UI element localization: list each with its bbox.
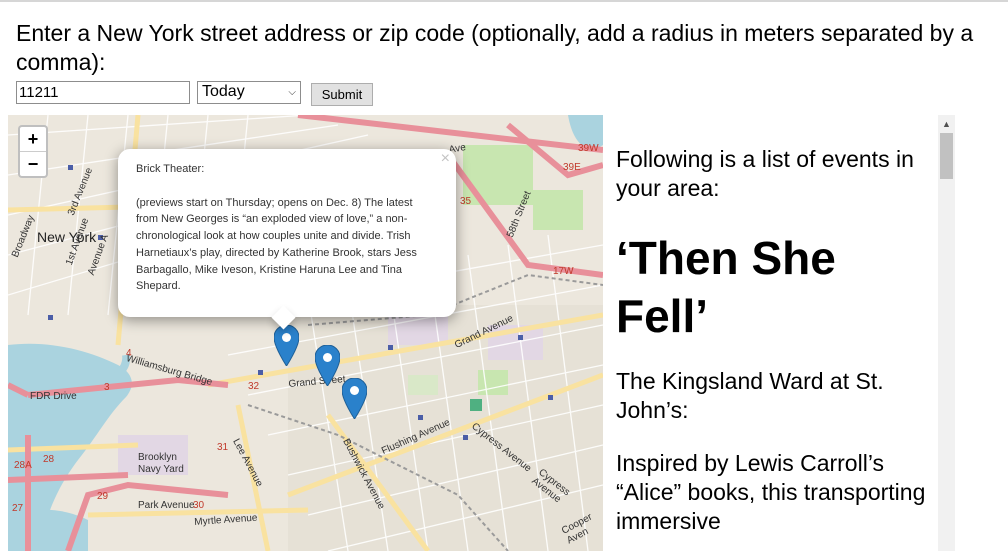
map-label-park-avenue: Park Avenue bbox=[138, 500, 195, 511]
event-description: Inspired by Lewis Carroll’s “Alice” book… bbox=[616, 450, 926, 534]
map-popup: × Brick Theater: (previews start on Thur… bbox=[118, 149, 456, 330]
map-label-route-28: 28 bbox=[43, 454, 55, 465]
map-label-route-28a: 28A bbox=[14, 460, 32, 471]
zoom-out-button[interactable]: − bbox=[20, 151, 46, 176]
map-label-route-35: 35 bbox=[460, 196, 472, 207]
address-prompt: Enter a New York street address or zip c… bbox=[16, 20, 974, 75]
map-label-fdr-drive: FDR Drive bbox=[30, 391, 77, 402]
scrollbar-thumb[interactable] bbox=[940, 133, 953, 179]
map-label-route-4: 4 bbox=[126, 348, 132, 359]
map-label-route-39e: 39E bbox=[563, 162, 581, 173]
events-intro: Following is a list of events in your ar… bbox=[616, 146, 914, 201]
event-title: ‘Then She Fell’ bbox=[616, 232, 836, 342]
submit-button[interactable]: Submit bbox=[311, 83, 373, 106]
map-label-route-27: 27 bbox=[12, 503, 24, 514]
popup-title: Brick Theater: bbox=[136, 163, 205, 175]
map-label-route-39w: 39W bbox=[578, 143, 599, 154]
event-venue: The Kingsland Ward at St. John’s: bbox=[616, 368, 884, 423]
window-top-border bbox=[0, 0, 1008, 2]
events-scrollbar[interactable]: ▲ bbox=[938, 115, 955, 551]
zoom-in-button[interactable]: + bbox=[20, 127, 46, 151]
popup-body: (previews start on Thursday; opens on De… bbox=[136, 196, 417, 293]
map-marker-icon[interactable] bbox=[315, 345, 340, 386]
map-label-route-30: 30 bbox=[193, 500, 205, 511]
map-label-route-17w: 17W bbox=[553, 266, 574, 277]
day-select[interactable]: Today ⌵ bbox=[197, 81, 301, 104]
map-label-route-31: 31 bbox=[217, 442, 229, 453]
zoom-control: + − bbox=[18, 125, 48, 178]
map-label-route-29: 29 bbox=[97, 491, 109, 502]
chevron-down-icon: ⌵ bbox=[288, 87, 296, 98]
day-select-value: Today bbox=[202, 83, 245, 100]
map-label-new-york: New York bbox=[37, 229, 97, 245]
address-input[interactable] bbox=[16, 81, 190, 104]
map-marker-icon[interactable] bbox=[342, 378, 367, 419]
map-label-navy-yard: Brooklyn Navy Yard bbox=[138, 452, 184, 475]
map-label-route-3: 3 bbox=[104, 382, 110, 393]
events-map[interactable]: New York Broadway 1st Avenue Avenue A 3r… bbox=[8, 115, 603, 551]
map-marker-icon[interactable] bbox=[274, 325, 299, 366]
scroll-up-icon[interactable]: ▲ bbox=[938, 115, 955, 132]
close-icon[interactable]: × bbox=[441, 150, 450, 168]
events-list: Following is a list of events in your ar… bbox=[616, 145, 934, 536]
map-label-route-32: 32 bbox=[248, 381, 260, 392]
